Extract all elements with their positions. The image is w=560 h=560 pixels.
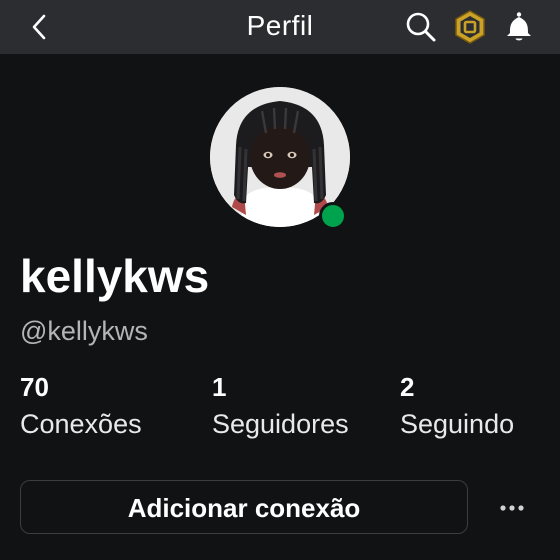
add-connection-button[interactable]: Adicionar conexão <box>20 480 468 534</box>
connections-stat[interactable]: 70 Conexões <box>20 370 142 444</box>
more-horizontal-icon <box>500 505 524 511</box>
robux-button[interactable] <box>451 8 489 46</box>
following-label: Seguindo <box>400 409 515 439</box>
following-stat[interactable]: 2 Seguindo <box>400 370 514 444</box>
followers-count: 1 <box>212 372 227 402</box>
robux-icon <box>455 10 485 44</box>
back-button[interactable] <box>20 8 58 46</box>
avatar-container[interactable] <box>210 87 350 230</box>
bell-icon <box>507 12 531 41</box>
followers-label: Seguidores <box>212 409 349 439</box>
top-navigation-bar: Perfil <box>0 0 560 54</box>
more-options-button[interactable] <box>492 490 532 526</box>
chevron-left-icon <box>32 14 46 40</box>
connections-label: Conexões <box>20 409 142 439</box>
online-status-dot <box>319 202 347 230</box>
username: @kellykws <box>20 316 148 346</box>
search-button[interactable] <box>402 8 440 46</box>
display-name: kellykws <box>20 250 210 302</box>
search-icon <box>406 12 436 42</box>
following-count: 2 <box>400 372 415 402</box>
connections-count: 70 <box>20 372 49 402</box>
notifications-button[interactable] <box>500 8 538 46</box>
followers-stat[interactable]: 1 Seguidores <box>212 370 349 444</box>
profile-page: Perfil kellykws @kellykws 70 Conexões 1 … <box>0 0 560 560</box>
